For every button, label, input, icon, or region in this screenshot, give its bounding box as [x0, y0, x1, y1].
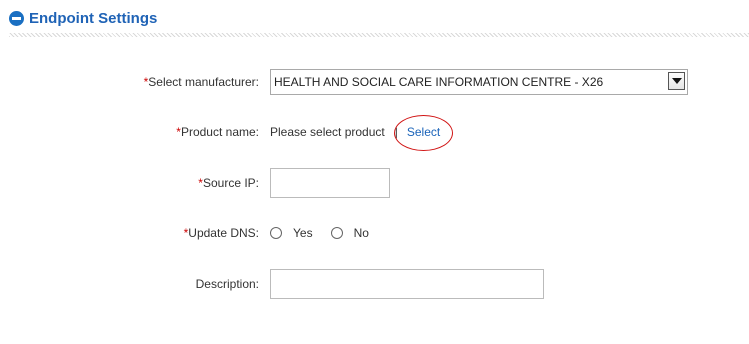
select-product-link[interactable]: Select: [407, 125, 440, 139]
update-dns-label: *Update DNS:: [184, 218, 259, 248]
dns-yes-radio[interactable]: [270, 227, 282, 239]
description-input[interactable]: [270, 269, 544, 299]
dns-yes-label: Yes: [293, 226, 313, 240]
product-label-text: Product name:: [180, 125, 259, 139]
product-row: *Product name: Please select product | S…: [0, 115, 749, 151]
update-dns-label-text: Update DNS:: [188, 226, 259, 240]
manufacturer-label-text: Select manufacturer:: [148, 75, 259, 89]
dropdown-arrow-button[interactable]: [668, 72, 685, 90]
source-ip-label-text: Source IP:: [202, 176, 259, 190]
source-ip-input[interactable]: [270, 168, 390, 198]
update-dns-row: *Update DNS: Yes No: [0, 218, 749, 248]
manufacturer-field: HEALTH AND SOCIAL CARE INFORMATION CENTR…: [270, 67, 688, 97]
dns-no-radio[interactable]: [330, 227, 343, 239]
chevron-down-icon: [671, 78, 682, 84]
update-dns-field: Yes No: [270, 218, 369, 248]
source-ip-field: [270, 168, 390, 198]
product-label: *Product name:: [176, 117, 259, 147]
dns-yes-option[interactable]: Yes: [270, 226, 313, 240]
product-field: Please select product | Select: [270, 115, 454, 151]
product-value: Please select product: [270, 125, 385, 139]
description-field: [270, 269, 544, 299]
manufacturer-select-value: HEALTH AND SOCIAL CARE INFORMATION CENTR…: [274, 75, 604, 89]
section-title[interactable]: Endpoint Settings: [29, 10, 157, 27]
dns-no-option[interactable]: No: [330, 226, 369, 240]
description-label: Description:: [195, 277, 259, 291]
source-ip-label: *Source IP:: [198, 168, 259, 198]
description-row: Description:: [0, 269, 749, 299]
source-ip-row: *Source IP:: [0, 168, 749, 198]
manufacturer-row: *Select manufacturer: HEALTH AND SOCIAL …: [0, 67, 749, 97]
manufacturer-select[interactable]: HEALTH AND SOCIAL CARE INFORMATION CENTR…: [270, 69, 688, 95]
collapse-icon[interactable]: [9, 10, 24, 26]
dns-no-label: No: [353, 226, 369, 240]
select-link-highlight: Select: [393, 115, 454, 151]
section-divider: [9, 33, 749, 37]
manufacturer-label: *Select manufacturer:: [144, 67, 259, 97]
section-header[interactable]: Endpoint Settings: [9, 8, 157, 28]
